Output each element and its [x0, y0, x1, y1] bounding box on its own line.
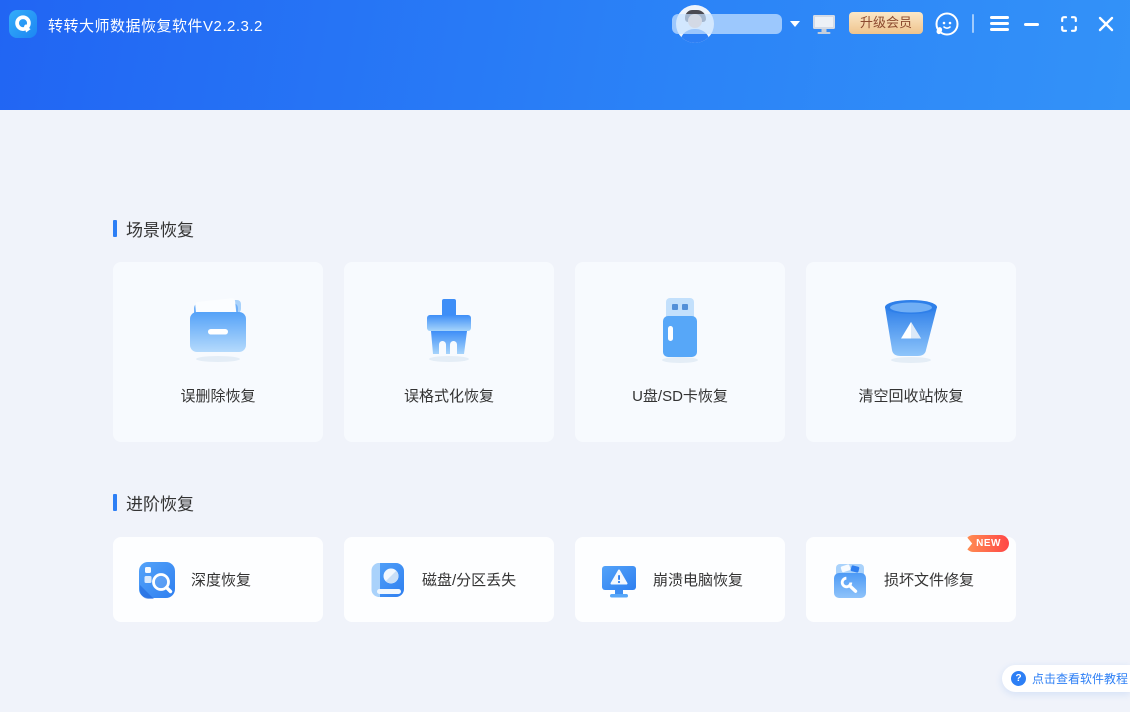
card-deep-recovery[interactable]: 深度恢复: [113, 537, 323, 622]
close-icon[interactable]: [1096, 14, 1116, 34]
card-label: 误删除恢复: [180, 385, 255, 406]
customer-service-icon[interactable]: [934, 11, 960, 37]
titlebar-divider: [972, 14, 974, 33]
advanced-card-row: 深度恢复 磁盘/分区丢失: [113, 537, 1016, 622]
file-repair-icon: [830, 560, 870, 600]
app-logo-icon: [9, 10, 37, 38]
card-label: 误格式化恢复: [404, 385, 494, 406]
card-label: 磁盘/分区丢失: [422, 569, 516, 590]
question-mark-icon: ?: [1011, 671, 1026, 686]
card-recycle-bin-recovery[interactable]: 清空回收站恢复: [806, 262, 1016, 442]
tutorial-label: 点击查看软件教程: [1032, 670, 1128, 687]
card-usb-sd-recovery[interactable]: U盘/SD卡恢复: [575, 262, 785, 442]
broom-icon: [411, 295, 487, 365]
maximize-icon[interactable]: [1061, 16, 1077, 32]
disk-partition-icon: [368, 560, 408, 600]
section-accent-bar: [113, 220, 117, 237]
card-deleted-recovery[interactable]: 误删除恢复: [113, 262, 323, 442]
crashed-computer-icon: [599, 560, 639, 600]
card-label: 清空回收站恢复: [858, 385, 963, 406]
card-damaged-file-repair[interactable]: NEW 损坏文件修复: [806, 537, 1016, 622]
minimize-icon[interactable]: [1024, 23, 1039, 26]
card-disk-partition-loss[interactable]: 磁盘/分区丢失: [344, 537, 554, 622]
card-label: 损坏文件修复: [884, 569, 974, 590]
section-title-advanced: 进阶恢复: [113, 490, 194, 515]
card-label: 崩溃电脑恢复: [653, 569, 743, 590]
tutorial-button[interactable]: ? 点击查看软件教程: [1002, 665, 1130, 692]
upgrade-member-button[interactable]: 升级会员: [849, 12, 923, 34]
user-account[interactable]: [672, 5, 802, 45]
deep-scan-icon: [137, 560, 177, 600]
new-badge: NEW: [965, 535, 1009, 552]
usb-drive-icon: [642, 295, 718, 365]
recycle-bin-icon: [873, 295, 949, 365]
account-dropdown-caret-icon[interactable]: [790, 21, 800, 27]
monitor-icon[interactable]: [811, 13, 837, 35]
card-label: 深度恢复: [191, 569, 251, 590]
username-blur-overlay: [672, 14, 782, 34]
section-title-scene: 场景恢复: [113, 216, 194, 241]
section-accent-bar: [113, 494, 117, 511]
app-title: 转转大师数据恢复软件V2.2.3.2: [48, 15, 263, 36]
card-label: U盘/SD卡恢复: [632, 385, 728, 406]
menu-icon[interactable]: [990, 16, 1009, 31]
scene-card-row: 误删除恢复 误格式化恢复: [113, 262, 1016, 442]
main-content: 场景恢复 误删除恢复: [0, 110, 1130, 712]
titlebar: 转转大师数据恢复软件V2.2.3.2 升级会员: [0, 0, 1130, 110]
card-format-recovery[interactable]: 误格式化恢复: [344, 262, 554, 442]
card-crashed-computer-recovery[interactable]: 崩溃电脑恢复: [575, 537, 785, 622]
folder-icon: [180, 295, 256, 365]
